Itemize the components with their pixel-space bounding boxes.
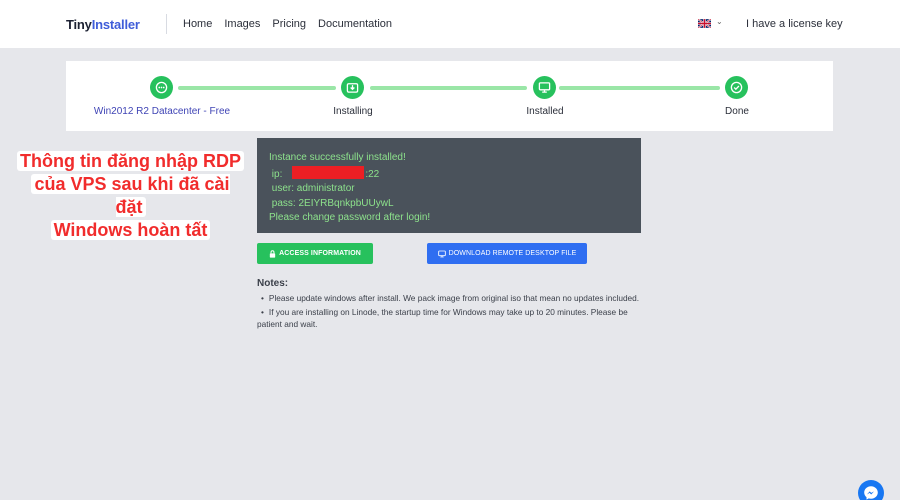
messenger-icon bbox=[864, 486, 878, 500]
nav-pricing[interactable]: Pricing bbox=[272, 18, 306, 30]
step-2-label: Installing bbox=[333, 106, 373, 117]
step-connector bbox=[178, 86, 336, 90]
note-item: Please update windows after install. We … bbox=[257, 292, 647, 304]
step-1-label: Win2012 R2 Datacenter - Free bbox=[93, 106, 231, 117]
main-nav: Home Images Pricing Documentation bbox=[183, 18, 392, 30]
step-2-indicator bbox=[341, 76, 364, 99]
redacted-ip bbox=[292, 165, 365, 179]
check-icon bbox=[730, 81, 743, 94]
nav-images[interactable]: Images bbox=[224, 18, 260, 30]
monitor-icon bbox=[538, 82, 551, 93]
access-information-button[interactable]: ACCESS INFORMATION bbox=[257, 243, 373, 264]
monitor-icon bbox=[437, 250, 446, 257]
nav-documentation[interactable]: Documentation bbox=[318, 18, 392, 30]
download-rdp-file-button[interactable]: DOWNLOAD REMOTE DESKTOP FILE bbox=[427, 243, 587, 264]
nav-divider bbox=[166, 14, 167, 34]
step-4-label: Done bbox=[725, 106, 749, 117]
step-connector bbox=[559, 86, 720, 90]
step-connector bbox=[370, 86, 527, 90]
notes-title: Notes: bbox=[257, 278, 289, 289]
messenger-chat-button[interactable] bbox=[858, 480, 884, 500]
download-icon bbox=[346, 83, 359, 93]
logo[interactable]: TinyInstaller bbox=[66, 17, 140, 32]
step-3-indicator bbox=[533, 76, 556, 99]
step-1-indicator bbox=[150, 76, 173, 99]
lock-icon bbox=[269, 249, 276, 258]
step-4-indicator bbox=[725, 76, 748, 99]
chevron-down-icon[interactable]: ⌄ bbox=[716, 17, 723, 26]
note-item: If you are installing on Linode, the sta… bbox=[257, 306, 647, 330]
install-stepper: Win2012 R2 Datacenter - Free Installing … bbox=[66, 61, 833, 131]
uk-flag-icon[interactable] bbox=[698, 19, 711, 28]
console-status: Instance successfully installed! bbox=[269, 152, 406, 163]
annotation-callout: Thông tin đăng nhập RDP của VPS sau khi … bbox=[14, 150, 247, 242]
console-warning: Please change password after login! bbox=[269, 212, 431, 223]
ellipsis-icon bbox=[155, 81, 168, 94]
license-key-link[interactable]: I have a license key bbox=[746, 18, 843, 30]
console-pass: pass: 2EIYRBqnkpbUUywL bbox=[271, 197, 394, 209]
top-navbar: TinyInstaller Home Images Pricing Docume… bbox=[0, 0, 900, 48]
console-user: user: administrator bbox=[271, 183, 355, 194]
install-output-console: Instance successfully installed! ip::22 … bbox=[257, 138, 641, 233]
notes-list: Please update windows after install. We … bbox=[257, 292, 647, 330]
nav-home[interactable]: Home bbox=[183, 18, 212, 30]
step-3-label: Installed bbox=[526, 106, 564, 117]
console-ip: ip::22 bbox=[269, 165, 629, 183]
notes-section: Notes: Please update windows after insta… bbox=[257, 278, 647, 332]
